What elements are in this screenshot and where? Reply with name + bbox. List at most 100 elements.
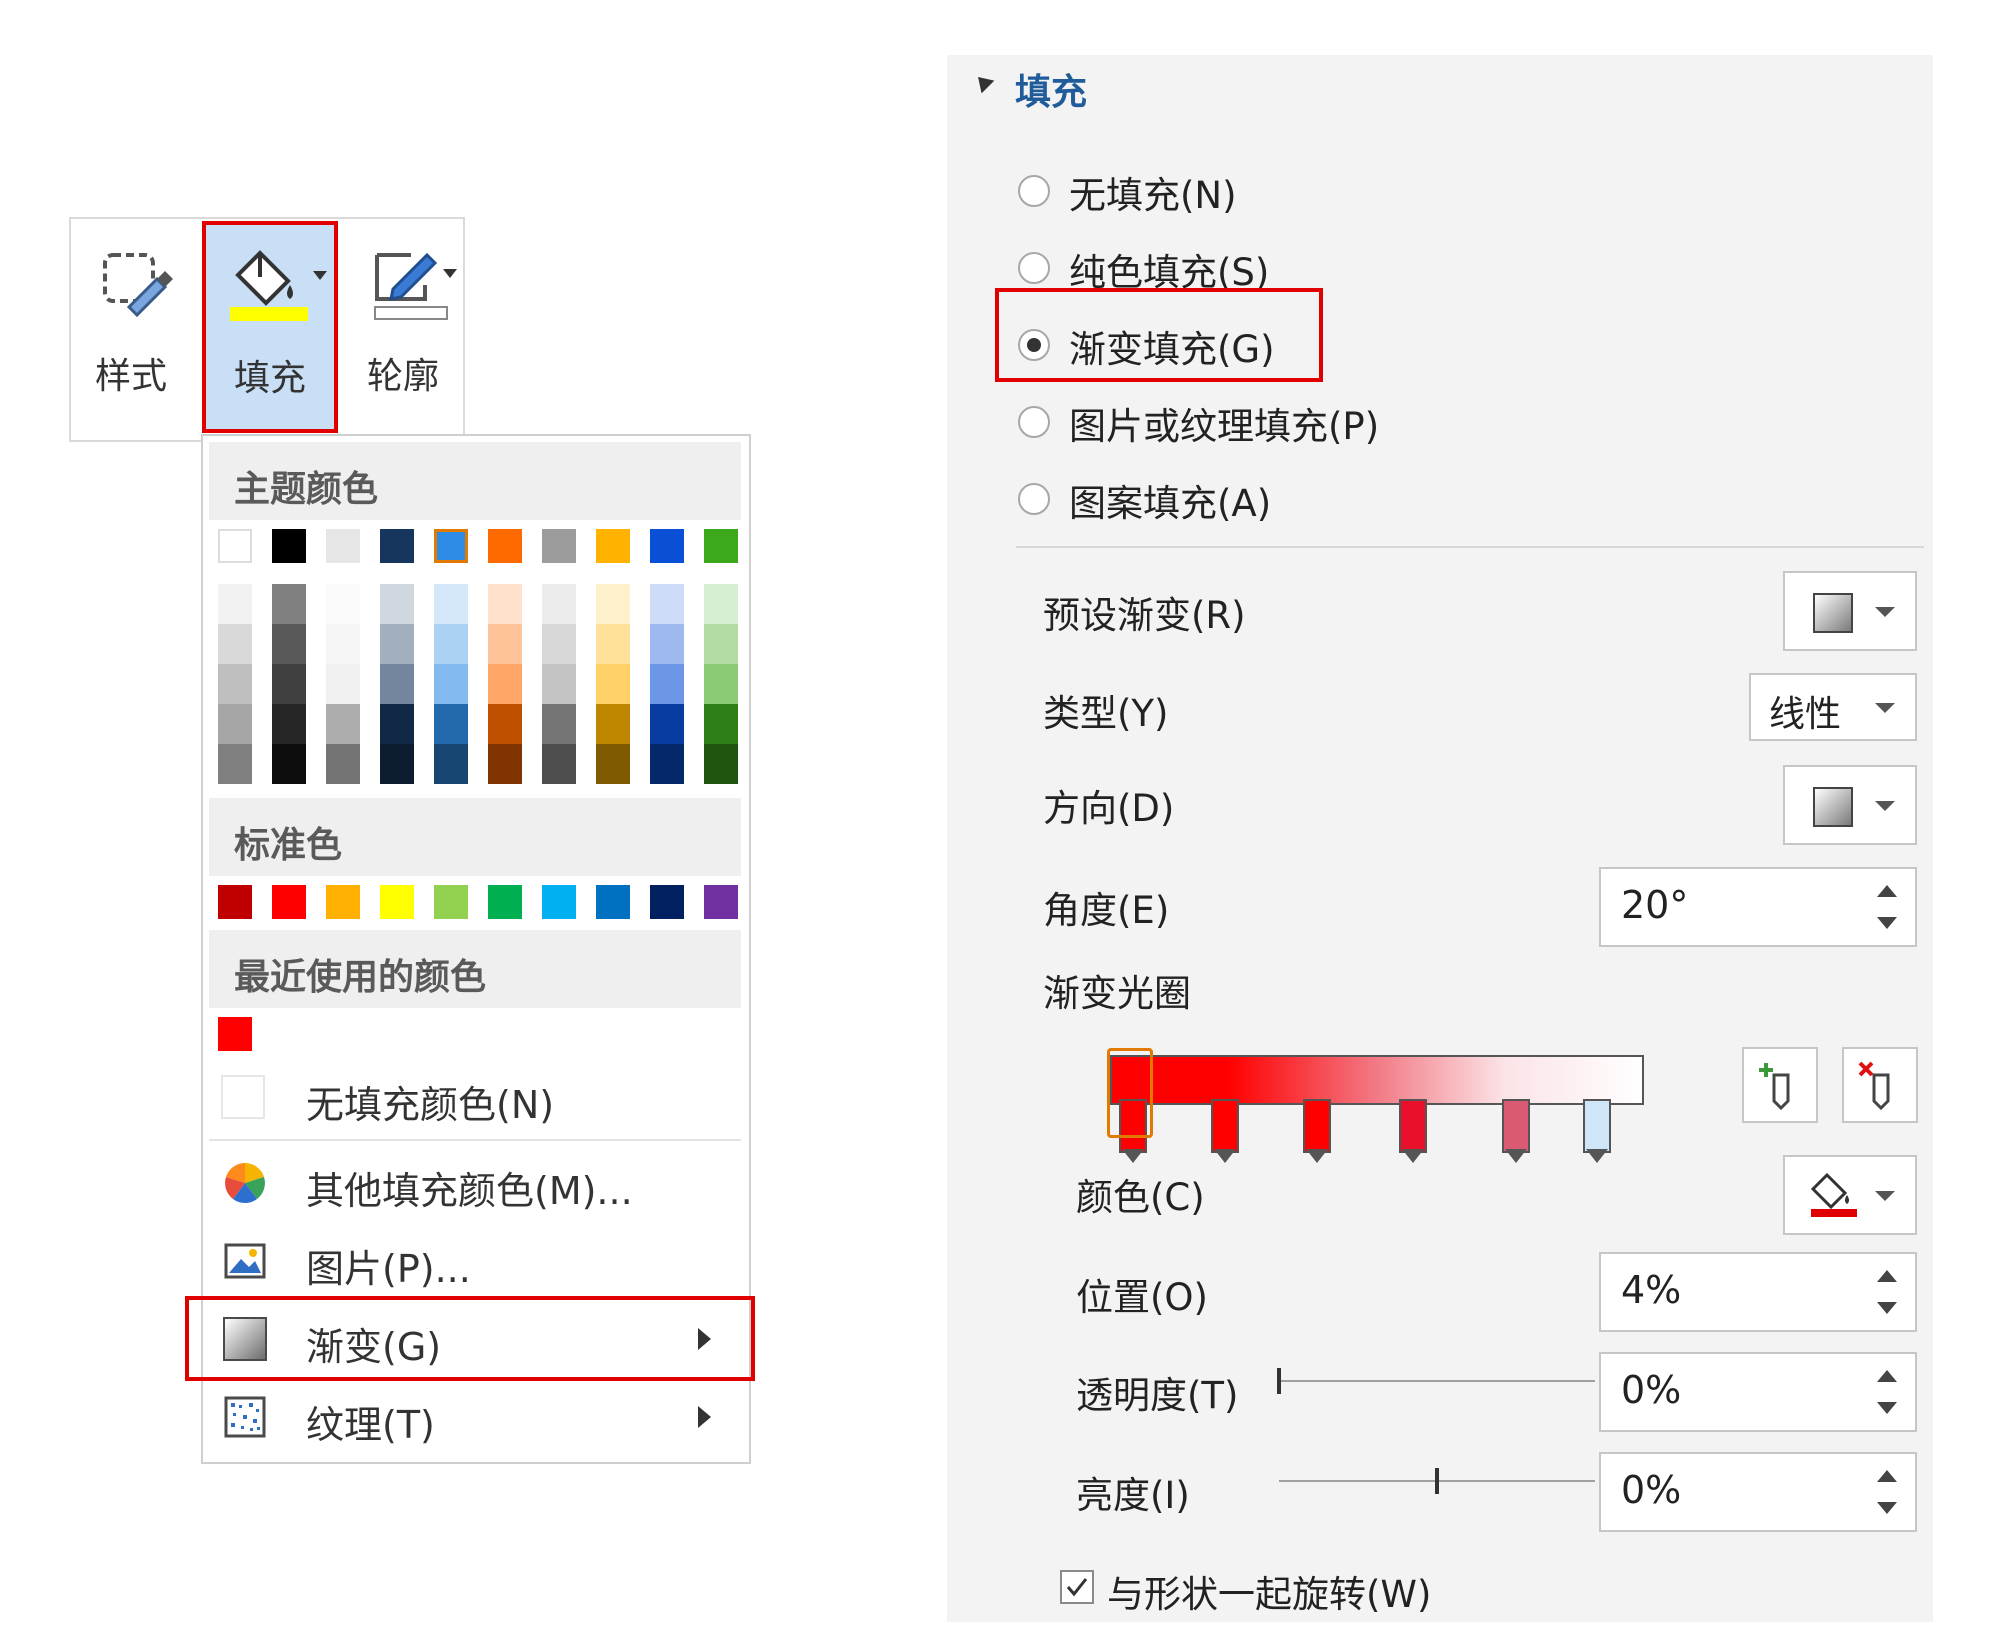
theme-shade-swatch[interactable] (596, 664, 630, 704)
theme-shade-swatch[interactable] (542, 584, 576, 624)
theme-shade-swatch[interactable] (704, 704, 738, 744)
direction-dropdown[interactable] (1783, 765, 1917, 845)
theme-color-swatch[interactable] (488, 529, 522, 563)
transparency-spinner[interactable]: 0% (1599, 1352, 1917, 1432)
theme-shade-swatch[interactable] (596, 744, 630, 784)
add-stop-button[interactable] (1742, 1047, 1818, 1123)
outline-button[interactable]: 轮廓 (343, 219, 463, 434)
theme-shade-swatch[interactable] (542, 704, 576, 744)
spin-down-icon[interactable] (1877, 917, 1897, 929)
outline-dropdown-icon[interactable] (443, 269, 457, 279)
theme-shade-swatch[interactable] (434, 744, 468, 784)
standard-color-swatch[interactable] (434, 885, 468, 919)
preset-gradient-dropdown[interactable] (1783, 571, 1917, 651)
theme-shade-swatch[interactable] (488, 624, 522, 664)
theme-shade-swatch[interactable] (650, 624, 684, 664)
theme-shade-swatch[interactable] (650, 664, 684, 704)
theme-shade-swatch[interactable] (218, 744, 252, 784)
standard-color-swatch[interactable] (542, 885, 576, 919)
no-fill-color-item[interactable]: 无填充颜色(N) (203, 1058, 749, 1136)
style-button[interactable]: 样式 (71, 219, 191, 434)
spin-down-icon[interactable] (1877, 1302, 1897, 1314)
theme-shade-swatch[interactable] (488, 664, 522, 704)
theme-shade-swatch[interactable] (272, 584, 306, 624)
gradient-stop[interactable] (1583, 1099, 1611, 1169)
stop-color-dropdown[interactable] (1783, 1155, 1917, 1235)
picture-fill-item[interactable]: 图片(P)... (203, 1222, 749, 1300)
standard-color-swatch[interactable] (596, 885, 630, 919)
theme-color-swatch[interactable] (380, 529, 414, 563)
theme-shade-swatch[interactable] (326, 664, 360, 704)
more-fill-colors-item[interactable]: 其他填充颜色(M)... (203, 1144, 749, 1222)
theme-shade-swatch[interactable] (218, 584, 252, 624)
fill-option-radio[interactable] (1018, 252, 1050, 284)
spin-down-icon[interactable] (1877, 1502, 1897, 1514)
theme-shade-swatch[interactable] (650, 744, 684, 784)
fill-option-radio[interactable] (1018, 175, 1050, 207)
angle-spinner[interactable]: 20° (1599, 867, 1917, 947)
theme-shade-swatch[interactable] (380, 584, 414, 624)
theme-shade-swatch[interactable] (272, 624, 306, 664)
theme-shade-swatch[interactable] (326, 584, 360, 624)
spin-down-icon[interactable] (1877, 1402, 1897, 1414)
theme-shade-swatch[interactable] (272, 744, 306, 784)
theme-shade-swatch[interactable] (650, 704, 684, 744)
standard-color-swatch[interactable] (488, 885, 522, 919)
gradient-stop[interactable] (1211, 1099, 1239, 1169)
standard-color-swatch[interactable] (326, 885, 360, 919)
standard-color-swatch[interactable] (272, 885, 306, 919)
theme-shade-swatch[interactable] (596, 624, 630, 664)
theme-shade-swatch[interactable] (704, 624, 738, 664)
theme-shade-swatch[interactable] (704, 744, 738, 784)
theme-shade-swatch[interactable] (434, 584, 468, 624)
fill-option-label[interactable]: 图片或纹理填充(P) (1069, 396, 1379, 450)
standard-color-swatch[interactable] (380, 885, 414, 919)
theme-color-swatch[interactable] (434, 529, 468, 563)
theme-shade-swatch[interactable] (542, 664, 576, 704)
theme-color-swatch[interactable] (542, 529, 576, 563)
theme-shade-swatch[interactable] (542, 744, 576, 784)
theme-shade-swatch[interactable] (704, 664, 738, 704)
transparency-slider-handle[interactable] (1277, 1368, 1281, 1394)
theme-shade-swatch[interactable] (596, 584, 630, 624)
standard-color-swatch[interactable] (218, 885, 252, 919)
theme-shade-swatch[interactable] (380, 624, 414, 664)
theme-color-swatch[interactable] (704, 529, 738, 563)
theme-color-swatch[interactable] (650, 529, 684, 563)
spin-up-icon[interactable] (1877, 885, 1897, 897)
theme-shade-swatch[interactable] (434, 624, 468, 664)
theme-shade-swatch[interactable] (542, 624, 576, 664)
gradient-stop[interactable] (1303, 1099, 1331, 1169)
fill-section-title[interactable]: 填充 (1015, 63, 1087, 115)
theme-color-swatch[interactable] (218, 529, 252, 563)
theme-shade-swatch[interactable] (380, 664, 414, 704)
theme-shade-swatch[interactable] (488, 584, 522, 624)
theme-shade-swatch[interactable] (326, 744, 360, 784)
gradient-stop[interactable] (1502, 1099, 1530, 1169)
fill-option-radio[interactable] (1018, 483, 1050, 515)
theme-shade-swatch[interactable] (218, 704, 252, 744)
theme-color-swatch[interactable] (272, 529, 306, 563)
theme-shade-swatch[interactable] (434, 664, 468, 704)
spin-up-icon[interactable] (1877, 1370, 1897, 1382)
fill-option-label[interactable]: 无填充(N) (1069, 165, 1237, 219)
rotate-with-shape-checkbox[interactable] (1060, 1570, 1094, 1604)
theme-shade-swatch[interactable] (596, 704, 630, 744)
standard-color-swatch[interactable] (704, 885, 738, 919)
theme-shade-swatch[interactable] (218, 664, 252, 704)
theme-shade-swatch[interactable] (488, 744, 522, 784)
fill-button[interactable]: 填充 (202, 221, 338, 433)
theme-shade-swatch[interactable] (704, 584, 738, 624)
theme-shade-swatch[interactable] (272, 704, 306, 744)
brightness-slider-handle[interactable] (1435, 1468, 1439, 1494)
remove-stop-button[interactable] (1842, 1047, 1918, 1123)
type-dropdown[interactable]: 线性 (1749, 673, 1917, 741)
theme-shade-swatch[interactable] (650, 584, 684, 624)
collapse-triangle-icon[interactable] (971, 70, 995, 94)
position-spinner[interactable]: 4% (1599, 1252, 1917, 1332)
theme-shade-swatch[interactable] (380, 744, 414, 784)
recent-color-swatch[interactable] (218, 1017, 252, 1051)
gradient-bar[interactable] (1110, 1055, 1644, 1105)
standard-color-swatch[interactable] (650, 885, 684, 919)
theme-shade-swatch[interactable] (380, 704, 414, 744)
